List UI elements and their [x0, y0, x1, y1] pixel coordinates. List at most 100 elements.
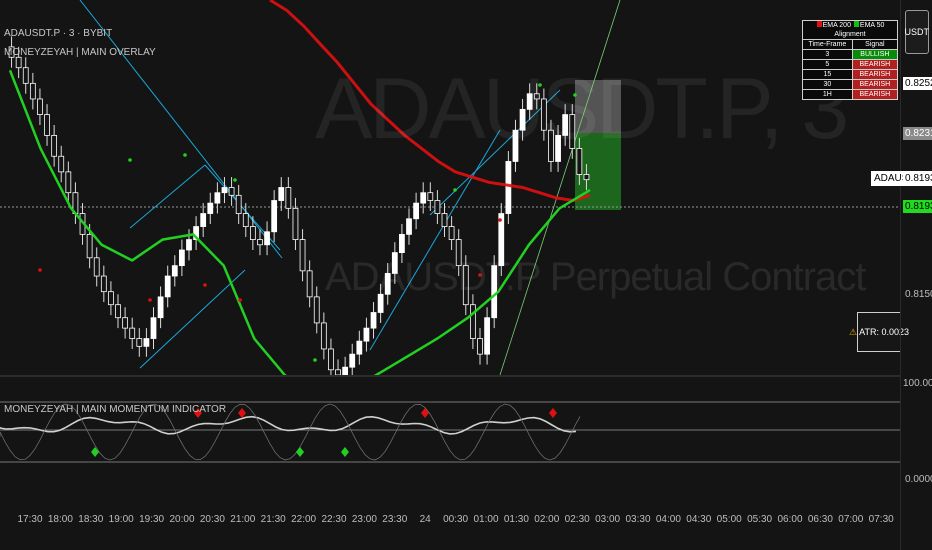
table-row: 5 BEARISH: [802, 59, 899, 70]
price-label-level: 0.8150: [905, 289, 932, 300]
buy-diamond: [91, 447, 99, 457]
candle-body: [434, 200, 441, 214]
timeframe-cell: 3: [802, 49, 853, 60]
legend-label: EMA 50: [859, 22, 885, 29]
candle-body: [15, 56, 22, 69]
candle-body: [58, 155, 65, 173]
sell-diamond: [421, 408, 429, 418]
currency-button[interactable]: USDT: [905, 10, 929, 54]
indicator-label-top: 100.0000: [903, 378, 932, 389]
time-tick-label: 20:30: [199, 514, 225, 525]
time-tick-label: 06:30: [807, 514, 833, 525]
buy-signal-dot: [453, 188, 457, 192]
table-header-cell: Time-Frame: [802, 39, 853, 50]
atr-box: ⚠ ATR: 0.0023: [849, 312, 909, 352]
table-row: 3 BULLISH: [802, 49, 899, 60]
candle-body: [37, 98, 43, 115]
candle-body: [299, 239, 306, 272]
candle-body: [427, 192, 434, 201]
candle-body: [328, 348, 334, 371]
legend-swatch: [816, 21, 822, 27]
channel-line: [129, 164, 206, 229]
candle-body: [200, 213, 207, 227]
candle-body: [271, 200, 278, 233]
time-tick-label: 01:30: [503, 514, 529, 525]
timeframe-cell: 30: [802, 79, 853, 90]
candle-body: [86, 233, 93, 259]
candle-body: [93, 257, 100, 277]
candle-body: [22, 67, 29, 84]
time-tick-label: 05:00: [716, 514, 742, 525]
candle-body: [278, 187, 285, 201]
alignment-table: EMA 200 EMA 50 Alignment Time-Frame Signa…: [802, 20, 899, 100]
sell-signal-dot: [498, 218, 502, 222]
candle-body: [306, 270, 313, 298]
candle-body: [505, 161, 512, 214]
time-axis[interactable]: 17:30 18:00 18:30 19:00 19:30 20:00 20:30 21:00…: [0, 500, 900, 550]
candle-body: [292, 207, 299, 240]
sell-diamond: [549, 408, 557, 418]
time-tick-label: 00:30: [443, 514, 469, 525]
buy-signal-dot: [233, 178, 237, 182]
candle-body: [264, 231, 270, 246]
time-tick-label: 19:30: [139, 514, 165, 525]
price-label-high: 0.8252: [903, 77, 932, 90]
time-tick-label: 23:30: [382, 514, 408, 525]
time-tick-label: 17:30: [17, 514, 43, 525]
time-tick-label: 23:00: [351, 514, 377, 525]
symbol-legend[interactable]: ADAUSDT.P · 3 · BYBIT: [4, 28, 112, 39]
candle-body: [143, 338, 150, 347]
indicator-legend[interactable]: MONEYZEYAH | MAIN MOMENTUM INDICATOR: [4, 404, 226, 415]
candle-body: [150, 317, 157, 339]
signal-cell: BEARISH: [851, 89, 899, 100]
time-tick-label: 19:00: [108, 514, 134, 525]
legend-label: EMA 200: [822, 22, 853, 29]
sell-signal-dot: [203, 283, 207, 287]
time-tick-label: 02:00: [534, 514, 560, 525]
candle-body: [257, 239, 263, 246]
candle-body: [65, 171, 72, 194]
candle-body: [370, 312, 377, 329]
candle-body: [171, 265, 178, 277]
candle-body: [129, 327, 136, 339]
buy-signal-dot: [128, 158, 132, 162]
candle-body: [157, 296, 164, 319]
candle-body: [136, 338, 143, 347]
candle-body: [441, 213, 448, 227]
candle-body: [207, 202, 214, 214]
warning-icon: ⚠: [849, 326, 858, 337]
time-tick-label: 04:00: [655, 514, 681, 525]
buy-signal-dot: [313, 358, 317, 362]
symbol-watermark: ADAUSDT.P, 3: [315, 61, 849, 157]
table-legend-row: EMA 200 EMA 50 Alignment: [802, 20, 898, 40]
timeframe-cell: 5: [802, 59, 853, 70]
candle-body: [164, 275, 171, 298]
time-tick-label: 20:00: [169, 514, 195, 525]
table-row: 30 BEARISH: [802, 79, 899, 90]
description-watermark: ADAUSDT.P Perpetual Contract: [325, 255, 866, 299]
time-tick-label: 18:30: [78, 514, 104, 525]
candle-body: [583, 174, 590, 181]
candle-body: [108, 291, 114, 306]
time-tick-label: 04:30: [686, 514, 712, 525]
momentum-indicator-panel[interactable]: [0, 377, 900, 495]
legend-cell: EMA 200 EMA 50 Alignment: [802, 20, 898, 40]
time-tick-label: 18:00: [47, 514, 73, 525]
candle-body: [221, 187, 228, 194]
candle-body: [399, 233, 405, 254]
overlay-legend[interactable]: MONEYZEYAH | MAIN OVERLAY: [4, 47, 156, 58]
legend-label: Alignment: [834, 31, 866, 38]
table-header-cell: Signal: [851, 39, 899, 50]
timeframe-cell: 15: [802, 69, 853, 80]
candle-body: [342, 366, 349, 375]
candle-body: [228, 187, 235, 196]
candle-body: [44, 114, 50, 136]
candle-body: [115, 304, 121, 319]
time-tick-label: 22:00: [291, 514, 317, 525]
time-tick-label: 03:30: [625, 514, 651, 525]
candle-body: [242, 213, 249, 227]
candle-body: [313, 296, 320, 324]
time-tick-label: 24: [419, 514, 431, 525]
time-tick-label: 21:30: [260, 514, 286, 525]
table-header-row: Time-Frame Signal: [802, 39, 899, 50]
